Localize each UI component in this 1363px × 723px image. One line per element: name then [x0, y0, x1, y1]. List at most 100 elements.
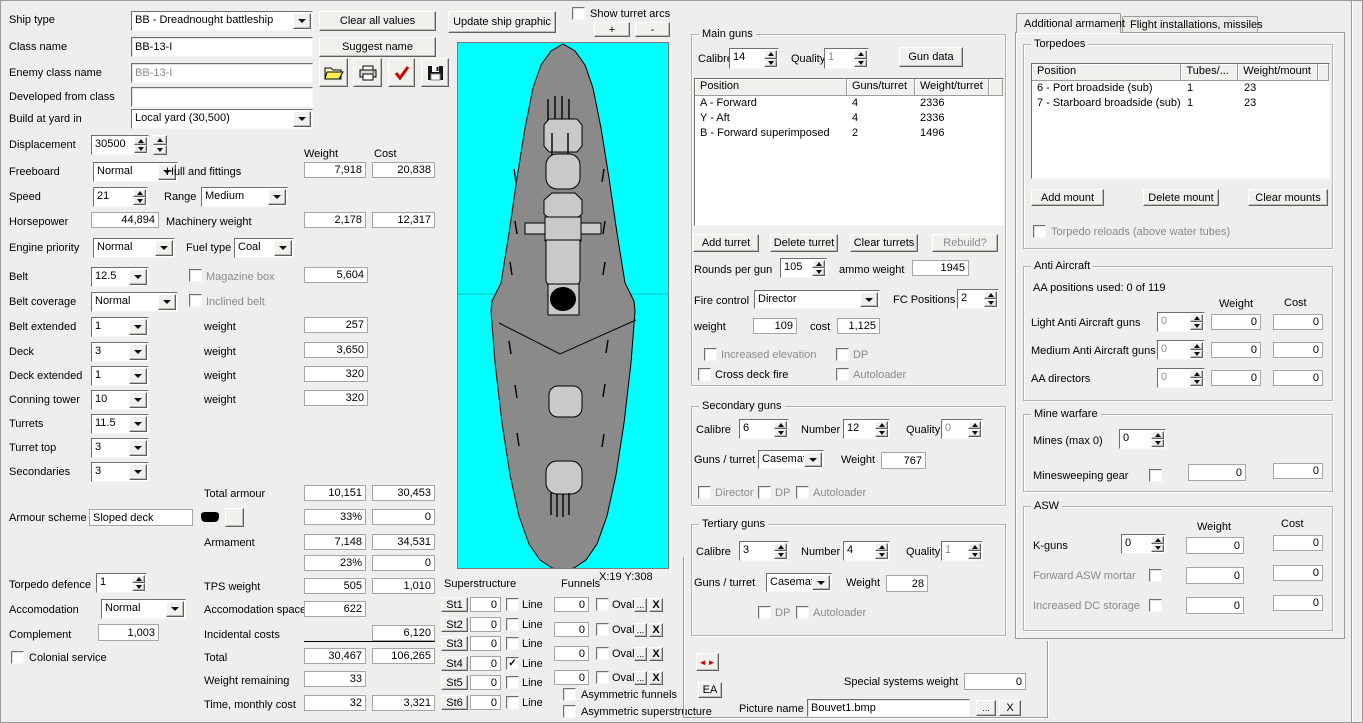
check-design-button[interactable] — [388, 58, 415, 87]
dropdown-button[interactable] — [129, 368, 147, 384]
spin-up-button[interactable] — [1190, 314, 1203, 322]
dropdown-button[interactable] — [129, 464, 147, 480]
minesweeping-gear-checkbox[interactable] — [1149, 469, 1162, 482]
deck-extended-select[interactable]: 1 — [91, 366, 149, 386]
dropdown-button[interactable] — [268, 189, 286, 205]
spin-up-button[interactable] — [764, 50, 777, 59]
displacement-stepper[interactable]: 30500 — [91, 135, 149, 155]
position-column-header[interactable]: Position — [1032, 64, 1182, 81]
engine-priority-select[interactable]: Normal — [93, 238, 175, 258]
range-select[interactable]: Medium — [201, 187, 288, 207]
class-name-input[interactable]: BB-13-I — [131, 37, 313, 57]
clear-turrets-button[interactable]: Clear turrets — [850, 234, 918, 252]
superstructure-st2-line-checkbox[interactable] — [506, 618, 519, 631]
save-button[interactable] — [421, 58, 449, 87]
dropdown-button[interactable] — [812, 575, 830, 590]
spin-up-button[interactable] — [132, 575, 145, 583]
spin-down-button[interactable] — [153, 145, 167, 155]
rounds-per-gun-stepper[interactable]: 105 — [780, 258, 827, 278]
spin-up-button[interactable] — [134, 137, 147, 145]
superstructure-st6-button[interactable]: St6 — [441, 695, 468, 710]
tertiary-quality-stepper[interactable]: 1 — [941, 541, 983, 561]
spin-up-button[interactable] — [968, 543, 981, 551]
spin-up-button[interactable] — [774, 543, 787, 551]
tab-flight-installations[interactable]: Flight installations, missiles — [1122, 16, 1263, 32]
medium-aa-stepper[interactable]: 0 — [1157, 340, 1205, 360]
funnel-1-value[interactable]: 0 — [554, 597, 589, 612]
funnel-2-browse-button[interactable]: ... — [634, 623, 647, 637]
show-turret-arcs-checkbox[interactable] — [572, 7, 585, 20]
dropdown-button[interactable] — [860, 292, 878, 307]
colonial-service-checkbox[interactable] — [11, 651, 24, 664]
funnel-1-delete-button[interactable]: X — [649, 598, 663, 612]
spin-down-button[interactable] — [1151, 439, 1164, 447]
clear-mounts-button[interactable]: Clear mounts — [1248, 189, 1328, 206]
superstructure-st4-value[interactable]: 0 — [470, 656, 501, 671]
speed-stepper[interactable]: 21 — [93, 187, 148, 207]
spin-down-button[interactable] — [774, 551, 787, 559]
superstructure-st6-line-checkbox[interactable] — [506, 696, 519, 709]
spin-down-button[interactable] — [875, 551, 888, 559]
main-quality-stepper[interactable]: 1 — [824, 48, 869, 69]
dropdown-button[interactable] — [129, 269, 147, 285]
cross-deck-fire-checkbox[interactable] — [698, 368, 711, 381]
k-guns-stepper[interactable]: 0 — [1121, 534, 1166, 554]
tubes-column-header[interactable]: Tubes/... — [1181, 64, 1239, 81]
torpedo-mount-row[interactable]: 6 - Port broadside (sub) 1 23 — [1032, 82, 1329, 96]
aa-directors-stepper[interactable]: 0 — [1157, 368, 1205, 388]
zoom-out-button[interactable]: - — [635, 22, 670, 37]
developed-from-input[interactable] — [131, 87, 313, 107]
funnel-2-value[interactable]: 0 — [554, 622, 589, 637]
picture-browse-button[interactable]: ... — [976, 700, 996, 716]
spin-up-button[interactable] — [1190, 342, 1203, 350]
suggest-name-button[interactable]: Suggest name — [319, 37, 436, 57]
fire-control-select[interactable]: Director — [754, 290, 880, 309]
weight-per-turret-column-header[interactable]: Weight/turret — [915, 79, 989, 96]
spin-down-button[interactable] — [968, 551, 981, 559]
spin-down-button[interactable] — [875, 429, 888, 437]
spin-down-button[interactable] — [984, 299, 997, 307]
gun-data-button[interactable]: Gun data — [899, 47, 963, 67]
secondary-number-stepper[interactable]: 12 — [843, 419, 890, 439]
spin-down-button[interactable] — [1190, 378, 1203, 386]
light-aa-stepper[interactable]: 0 — [1157, 312, 1205, 332]
funnel-4-delete-button[interactable]: X — [649, 671, 663, 685]
dropdown-button[interactable] — [129, 440, 147, 456]
superstructure-st5-button[interactable]: St5 — [441, 675, 468, 690]
superstructure-st5-value[interactable]: 0 — [470, 675, 501, 690]
tab-additional-armament[interactable]: Additional armament — [1016, 13, 1125, 33]
delete-turret-button[interactable]: Delete turret — [770, 234, 838, 252]
spin-down-button[interactable] — [764, 58, 777, 67]
guns-per-turret-column-header[interactable]: Guns/turret — [847, 79, 915, 96]
conning-tower-select[interactable]: 10 — [91, 390, 149, 410]
spin-down-button[interactable] — [774, 429, 787, 437]
dropdown-button[interactable] — [166, 601, 184, 617]
dropdown-button[interactable] — [129, 319, 147, 335]
ship-type-select[interactable]: BB - Dreadnought battleship — [131, 11, 313, 31]
flip-view-button[interactable]: ◄► — [696, 653, 719, 671]
torpedo-mount-row[interactable]: 7 - Starboard broadside (sub) 1 23 — [1032, 97, 1329, 111]
funnel-3-oval-checkbox[interactable] — [596, 647, 609, 660]
funnel-2-delete-button[interactable]: X — [649, 623, 663, 637]
tertiary-number-stepper[interactable]: 4 — [843, 541, 890, 561]
superstructure-st3-button[interactable]: St3 — [441, 636, 468, 651]
spin-up-button[interactable] — [875, 421, 888, 429]
main-guns-table[interactable]: Position Guns/turret Weight/turret A - F… — [694, 78, 1004, 226]
turret-row[interactable]: B - Forward superimposed 2 1496 — [695, 127, 1003, 141]
spin-up-button[interactable] — [1190, 370, 1203, 378]
turret-row[interactable]: Y - Aft 4 2336 — [695, 112, 1003, 126]
mines-stepper[interactable]: 0 — [1119, 429, 1166, 449]
dropdown-button[interactable] — [129, 392, 147, 408]
funnel-1-oval-checkbox[interactable] — [596, 598, 609, 611]
delete-mount-button[interactable]: Delete mount — [1143, 189, 1219, 206]
dropdown-button[interactable] — [293, 111, 311, 127]
picture-clear-button[interactable]: X — [999, 700, 1021, 716]
build-yard-select[interactable]: Local yard (30,500) — [131, 109, 313, 129]
ea-button[interactable]: EA — [698, 682, 722, 698]
superstructure-st3-value[interactable]: 0 — [470, 636, 501, 651]
tertiary-calibre-stepper[interactable]: 3 — [739, 541, 789, 561]
superstructure-st5-line-checkbox[interactable] — [506, 676, 519, 689]
spin-down-button[interactable] — [812, 268, 825, 276]
fuel-type-select[interactable]: Coal — [234, 238, 294, 258]
dropdown-button[interactable] — [274, 240, 292, 256]
